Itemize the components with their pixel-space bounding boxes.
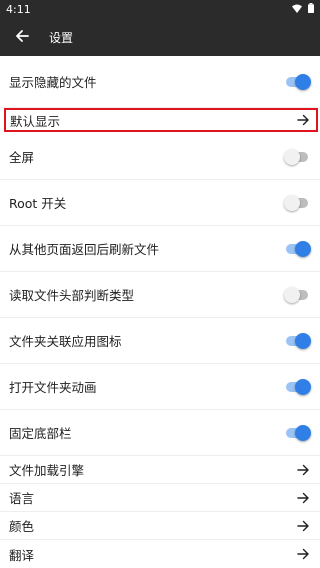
setting-label: 固定底部栏	[9, 426, 72, 441]
back-button[interactable]	[0, 18, 44, 56]
setting-label: 显示隐藏的文件	[9, 75, 97, 90]
setting-label: 语言	[9, 491, 35, 506]
show-hidden-toggle[interactable]	[286, 73, 311, 90]
status-bar: 4:11	[0, 0, 320, 18]
setting-folder-app-icon[interactable]: 文件夹关联应用图标	[0, 318, 320, 364]
setting-label: 翻译	[9, 547, 35, 563]
folder-animation-toggle[interactable]	[286, 378, 311, 395]
setting-folder-animation[interactable]: 打开文件夹动画	[0, 364, 320, 410]
fixed-bottom-bar-toggle[interactable]	[286, 424, 311, 441]
setting-default-display[interactable]: 默认显示	[4, 108, 318, 132]
setting-file-loader[interactable]: 文件加载引擎	[0, 456, 320, 484]
setting-root-switch[interactable]: Root 开关	[0, 180, 320, 226]
folder-app-icon-toggle[interactable]	[286, 332, 311, 349]
refresh-on-return-toggle[interactable]	[286, 240, 311, 257]
battery-icon	[308, 2, 314, 16]
setting-language[interactable]: 语言	[0, 484, 320, 512]
setting-translation[interactable]: 翻译	[0, 540, 320, 568]
setting-read-header-type[interactable]: 读取文件头部判断类型	[0, 272, 320, 318]
fullscreen-toggle[interactable]	[284, 148, 310, 165]
setting-show-hidden[interactable]: 显示隐藏的文件	[0, 56, 320, 108]
toolbar: 设置	[0, 18, 320, 56]
read-header-type-toggle[interactable]	[284, 286, 310, 303]
root-switch-toggle[interactable]	[284, 194, 310, 211]
setting-label: 读取文件头部判断类型	[9, 288, 135, 303]
setting-label: 打开文件夹动画	[9, 380, 97, 395]
arrow-right-icon	[296, 463, 310, 477]
setting-label: 从其他页面返回后刷新文件	[9, 242, 160, 257]
arrow-right-icon	[296, 519, 310, 533]
setting-color[interactable]: 颜色	[0, 512, 320, 540]
status-time: 4:11	[6, 2, 31, 16]
setting-fixed-bottom-bar[interactable]: 固定底部栏	[0, 410, 320, 456]
setting-refresh-on-return[interactable]: 从其他页面返回后刷新文件	[0, 226, 320, 272]
setting-label: 默认显示	[10, 113, 61, 129]
arrow-right-icon	[296, 113, 310, 127]
page-title: 设置	[49, 30, 74, 45]
setting-fullscreen[interactable]: 全屏	[0, 134, 320, 180]
setting-label: 颜色	[9, 519, 35, 534]
setting-label: Root 开关	[9, 196, 67, 211]
arrow-left-icon	[15, 28, 29, 47]
setting-label: 文件加载引擎	[9, 463, 85, 478]
arrow-right-icon	[296, 491, 310, 505]
setting-label: 文件夹关联应用图标	[9, 334, 122, 349]
wifi-icon	[292, 3, 302, 16]
status-icons	[292, 2, 314, 16]
setting-label: 全屏	[9, 150, 35, 165]
arrow-right-icon	[296, 547, 310, 561]
